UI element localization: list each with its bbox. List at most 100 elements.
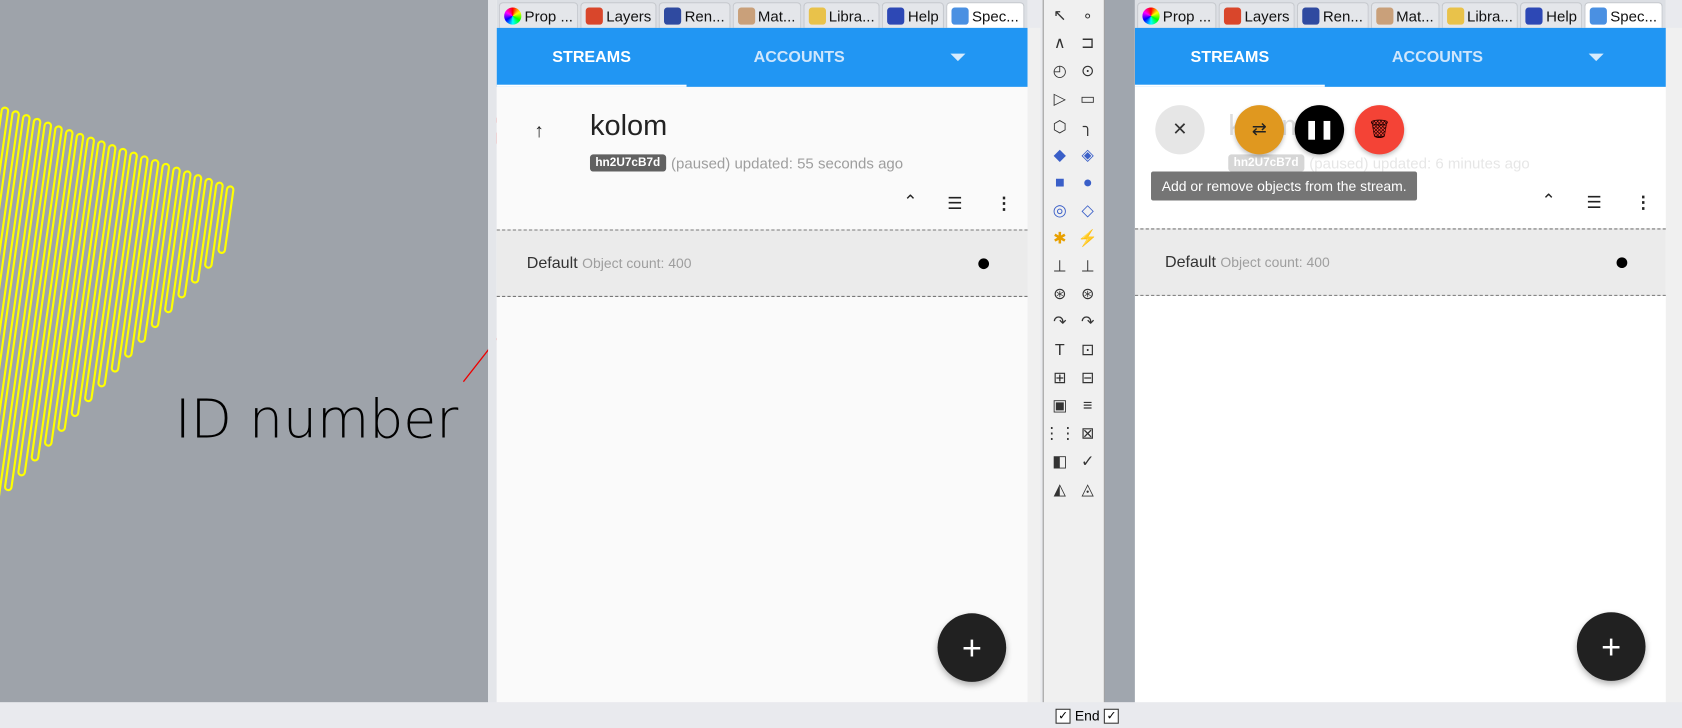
dropdown-icon[interactable] (950, 53, 966, 62)
list-icon[interactable]: ☰ (947, 193, 962, 214)
pause-button[interactable]: ❚❚ (1294, 105, 1345, 155)
toolbar-tool-icon[interactable]: ↖ (1048, 3, 1072, 27)
dock-tab[interactable]: Layers (580, 2, 657, 28)
dock-tabs: Prop ... Layers Ren... Mat... Libra... Help Sp… (496, 0, 1028, 28)
toolbar-tool-icon[interactable]: ✓ (1076, 449, 1100, 473)
delete-button[interactable]: 🗑 (1354, 105, 1405, 155)
toolbar-tool-icon[interactable]: ∧ (1048, 31, 1072, 55)
dock-tab[interactable]: Spec... (946, 2, 1025, 28)
dock-tab[interactable]: Mat... (1370, 2, 1440, 28)
object-count: Object count: 400 (1220, 254, 1330, 271)
toolbar-tool-icon[interactable]: ∘ (1076, 3, 1100, 27)
toolbar-tool-icon[interactable]: ◧ (1048, 449, 1072, 473)
add-remove-objects-button[interactable]: ⇄ (1234, 105, 1285, 155)
toolbar-tool-icon[interactable]: ◭ (1048, 477, 1072, 501)
stream-id-badge[interactable]: hn2U7cB7d (1228, 154, 1304, 172)
toolbar-tool-icon[interactable]: ▭ (1076, 87, 1100, 111)
toolbar-tool-icon[interactable]: ⬡ (1048, 115, 1072, 139)
toolbar-tool-icon[interactable]: ◎ (1048, 198, 1072, 222)
tab-streams[interactable]: STREAMS (497, 28, 687, 87)
splitter[interactable] (488, 0, 497, 703)
toolbar-tool-icon[interactable]: ✱ (1048, 226, 1072, 250)
end-label: End (1074, 707, 1100, 724)
layer-row[interactable]: Default Object count: 400 (496, 229, 1028, 297)
toolbar-tool-icon[interactable]: ◴ (1048, 59, 1072, 83)
help-icon (1525, 6, 1543, 25)
rhino-toolbar: ↖ ∘ ∧ ⊐ ◴ ⊙ ▷ ▭ ⬡ ╮ ◆ ◈ ■ ● ◎ ◇ ✱ ⚡ ⊥ ⊥ ⊛ ⊛ ↷ ↷ T ⊡ ⊞ ⊟ ▣ ≡ ⋮⋮ ⊠ ◧ ✓ ◭ ◬ (1042, 0, 1105, 703)
chevron-up-icon[interactable]: ⌃ (903, 191, 917, 212)
toolbar-tool-icon[interactable]: ⊙ (1076, 59, 1100, 83)
dropdown-icon[interactable] (1588, 53, 1604, 62)
toolbar-tool-icon[interactable]: ⊛ (1048, 282, 1072, 306)
pause-icon: ❚❚ (1304, 119, 1335, 140)
toolbar-tool-icon[interactable]: ⊥ (1048, 254, 1072, 278)
splitter[interactable] (1104, 0, 1135, 703)
arrow-up-icon[interactable]: ↑ (534, 120, 544, 143)
toolbar-tool-icon[interactable]: ◆ (1048, 143, 1072, 167)
stream-id-badge[interactable]: hn2U7cB7d (589, 154, 666, 172)
tab-accounts[interactable]: ACCOUNTS (687, 28, 912, 87)
toolbar-tool-icon[interactable]: ⊟ (1076, 366, 1100, 390)
toolbar-tool-icon[interactable]: ◇ (1076, 198, 1100, 222)
checkbox[interactable]: ✓ (1103, 708, 1119, 724)
speckle-panel-left: Prop ... Layers Ren... Mat... Libra... Help Sp… (496, 0, 1028, 703)
dock-tab[interactable]: Prop ... (1137, 2, 1217, 28)
folder-icon (808, 6, 826, 25)
add-stream-button[interactable]: + (1576, 612, 1646, 681)
layer-row[interactable]: Default Object count: 400 (1134, 228, 1666, 296)
toolbar-tool-icon[interactable]: ▷ (1048, 87, 1072, 111)
end-checkbox[interactable]: ✓ (1055, 708, 1071, 724)
toolbar-tool-icon[interactable]: ⊛ (1076, 282, 1100, 306)
toolbar-tool-icon[interactable]: ▣ (1048, 393, 1072, 417)
dock-tab[interactable]: Spec... (1584, 2, 1663, 28)
tab-streams[interactable]: STREAMS (1135, 28, 1325, 87)
toolbar-tool-icon[interactable]: ◬ (1076, 477, 1100, 501)
tab-accounts[interactable]: ACCOUNTS (1325, 28, 1550, 87)
toolbar-tool-icon[interactable]: ⊥ (1076, 254, 1100, 278)
toolbar-tool-icon[interactable]: ⊠ (1076, 421, 1100, 445)
toolbar-tool-icon[interactable]: ⋮⋮ (1044, 421, 1076, 445)
chevron-up-icon[interactable]: ⌃ (1541, 190, 1555, 211)
toolbar-tool-icon[interactable]: ■ (1048, 170, 1072, 194)
toolbar-tool-icon[interactable]: ⊡ (1076, 338, 1100, 362)
toolbar-tool-icon[interactable]: ↷ (1048, 310, 1072, 334)
color-wheel-icon (1142, 6, 1160, 25)
list-icon[interactable]: ☰ (1587, 192, 1602, 213)
dock-tab[interactable]: Help (1520, 2, 1583, 28)
scrollbar[interactable] (1665, 27, 1682, 703)
dock-tab[interactable]: Libra... (802, 2, 880, 28)
dock-tab[interactable]: Mat... (732, 2, 801, 28)
render-icon (1302, 6, 1320, 25)
more-vert-icon[interactable]: ⋮ (995, 193, 1012, 214)
header-tabs: STREAMS ACCOUNTS (496, 27, 1028, 87)
speckle-icon (951, 6, 969, 25)
render-icon (664, 6, 682, 25)
dock-tab[interactable]: Ren... (1297, 2, 1369, 28)
close-button[interactable]: ✕ (1155, 105, 1205, 155)
toolbar-tool-icon[interactable]: ≡ (1076, 393, 1100, 417)
toolbar-tool-icon[interactable]: ↷ (1076, 310, 1100, 334)
layers-icon (1224, 6, 1242, 25)
toolbar-tool-icon[interactable]: ╮ (1076, 115, 1100, 139)
stream-name: kolom (589, 109, 668, 142)
add-stream-button[interactable]: + (937, 613, 1007, 682)
dock-tab[interactable]: Libra... (1441, 2, 1519, 28)
dock-tab-label: Mat... (757, 6, 796, 25)
toolbar-tool-icon[interactable]: ⊞ (1048, 366, 1072, 390)
dock-tab[interactable]: Ren... (658, 2, 731, 28)
speckle-panel-right: Prop ... Layers Ren... Mat... Libra... Help Sp… (1134, 0, 1666, 703)
dock-tab[interactable]: Prop ... (498, 2, 579, 28)
status-dot-icon (1616, 257, 1628, 269)
toolbar-tool-icon[interactable]: ⊐ (1076, 31, 1100, 55)
dock-tab[interactable]: Layers (1218, 2, 1295, 28)
active-tab-indicator (496, 84, 687, 87)
toolbar-tool-icon[interactable]: ● (1076, 170, 1100, 194)
toolbar-tool-icon[interactable]: ⚡ (1076, 226, 1100, 250)
material-icon (1375, 6, 1393, 25)
more-vert-icon[interactable]: ⋮ (1635, 192, 1652, 213)
stream-status: (paused) updated: 55 seconds ago (671, 154, 904, 172)
scrollbar[interactable] (1027, 27, 1041, 703)
toolbar-tool-icon[interactable]: ◈ (1076, 143, 1100, 167)
toolbar-tool-icon[interactable]: T (1048, 338, 1072, 362)
dock-tab[interactable]: Help (882, 2, 945, 28)
